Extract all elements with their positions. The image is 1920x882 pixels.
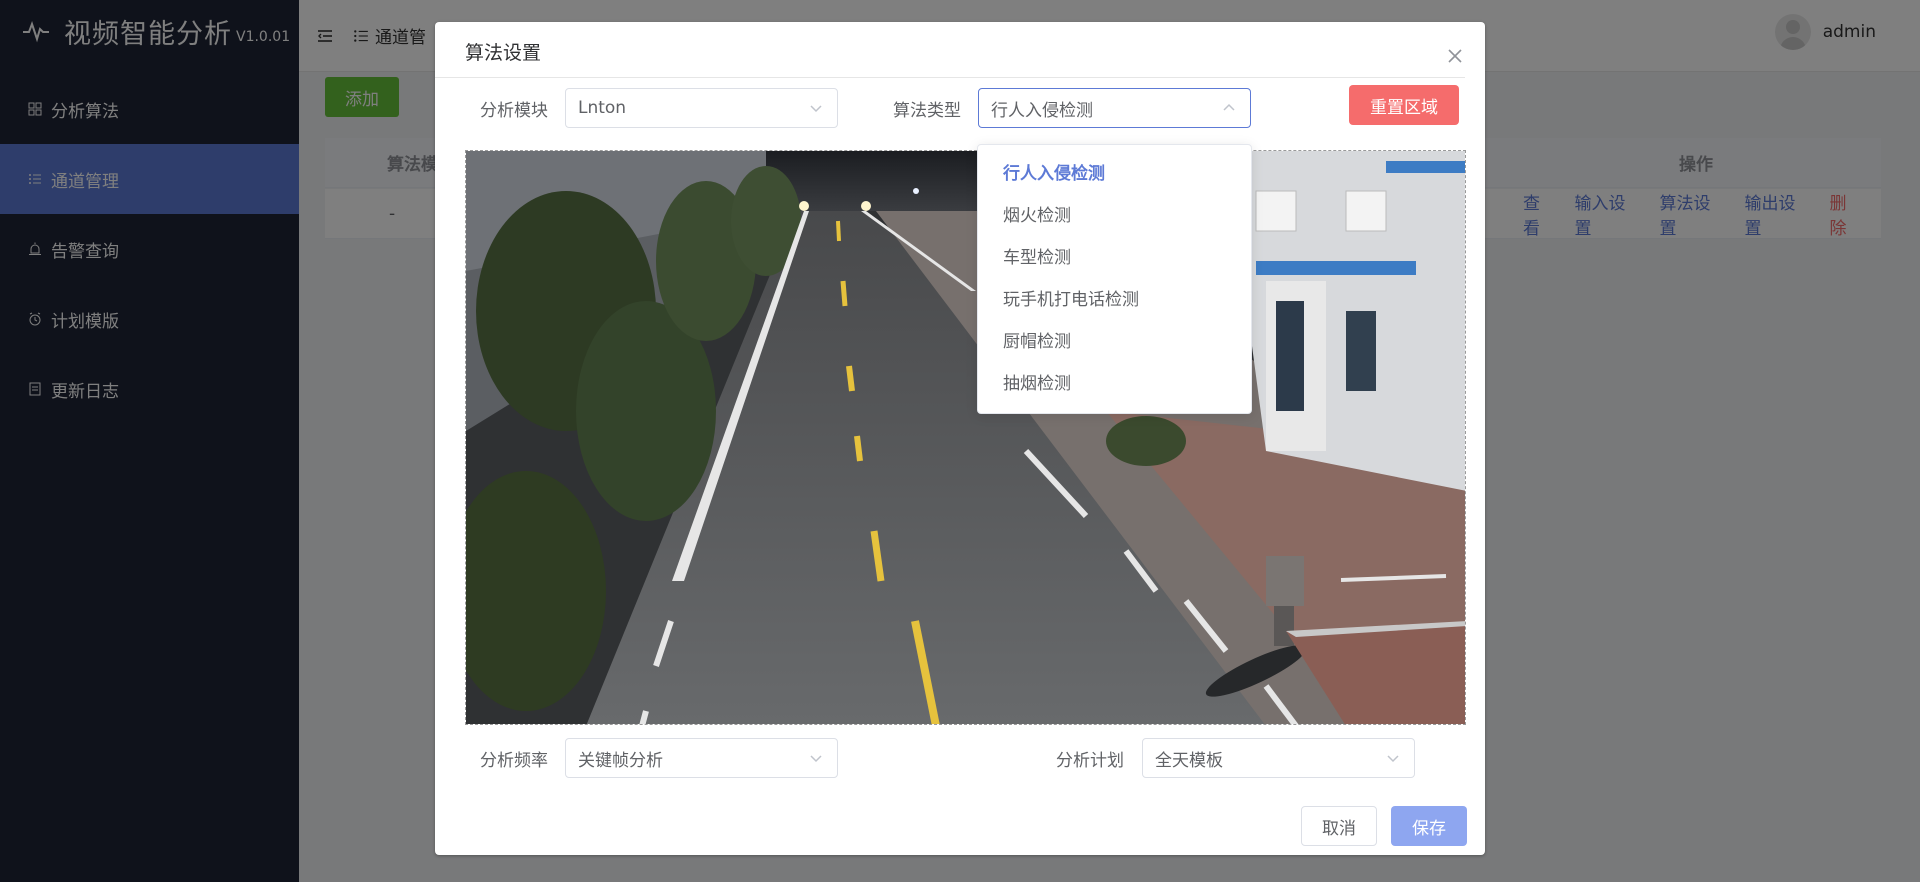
- option-pedestrian-intrusion[interactable]: 行人入侵检测: [978, 153, 1251, 195]
- cancel-button[interactable]: 取消: [1301, 806, 1377, 846]
- type-select[interactable]: 行人入侵检测: [978, 88, 1251, 128]
- dialog-divider: [435, 77, 1465, 78]
- module-select[interactable]: Lnton: [565, 88, 838, 128]
- night-road-image: [466, 151, 1465, 724]
- chevron-up-icon: [1223, 103, 1235, 111]
- module-label: 分析模块: [480, 101, 548, 121]
- chevron-down-icon: [1387, 755, 1399, 763]
- option-chef-hat[interactable]: 厨帽检测: [978, 321, 1251, 363]
- camera-preview[interactable]: [465, 150, 1466, 725]
- type-value: 行人入侵检测: [991, 100, 1093, 121]
- close-icon[interactable]: [1447, 48, 1463, 64]
- option-vehicle-type[interactable]: 车型检测: [978, 237, 1251, 279]
- algorithm-type-dropdown: 行人入侵检测 烟火检测 车型检测 玩手机打电话检测 厨帽检测 抽烟检测: [977, 144, 1252, 414]
- frequency-label: 分析频率: [480, 751, 548, 771]
- save-button[interactable]: 保存: [1391, 806, 1467, 846]
- plan-value: 全天模板: [1155, 750, 1223, 771]
- chevron-down-icon: [810, 755, 822, 763]
- option-smoke-fire[interactable]: 烟火检测: [978, 195, 1251, 237]
- algorithm-settings-dialog: 算法设置 分析模块 Lnton 算法类型 行人入侵检测 重置区域 行人入侵检测 …: [435, 22, 1485, 855]
- plan-label: 分析计划: [1056, 751, 1124, 771]
- dialog-title: 算法设置: [465, 42, 542, 64]
- option-smoking[interactable]: 抽烟检测: [978, 363, 1251, 405]
- option-phone-use[interactable]: 玩手机打电话检测: [978, 279, 1251, 321]
- frequency-select[interactable]: 关键帧分析: [565, 738, 838, 778]
- chevron-down-icon: [810, 105, 822, 113]
- plan-select[interactable]: 全天模板: [1142, 738, 1415, 778]
- frequency-value: 关键帧分析: [578, 750, 663, 771]
- reset-region-button[interactable]: 重置区域: [1349, 85, 1459, 125]
- type-label: 算法类型: [893, 101, 961, 121]
- module-value: Lnton: [578, 98, 627, 118]
